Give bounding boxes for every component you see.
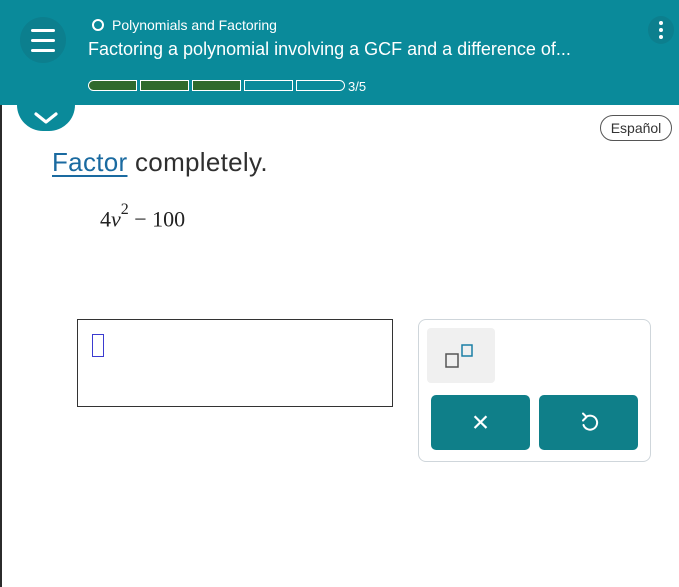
kebab-icon-dot <box>659 28 663 32</box>
hamburger-icon-line <box>31 48 55 52</box>
undo-button[interactable] <box>539 395 638 450</box>
progress-segment <box>192 80 241 91</box>
left-border <box>0 105 2 587</box>
math-keypad: × <box>418 319 651 462</box>
topic-name: Polynomials and Factoring <box>112 17 277 33</box>
progress-segment <box>88 80 137 91</box>
collapse-header-button[interactable] <box>17 105 75 131</box>
input-cursor-placeholder <box>92 334 104 357</box>
circle-icon <box>92 19 104 31</box>
chevron-down-icon <box>34 112 58 124</box>
more-options-button[interactable] <box>648 16 674 44</box>
progress-segment <box>244 80 293 91</box>
expression-exponent: 2 <box>120 201 129 218</box>
progress-segment <box>296 80 345 91</box>
header-bar: Polynomials and Factoring Factoring a po… <box>0 0 679 105</box>
progress-label: 3/5 <box>348 79 367 94</box>
factor-definition-link[interactable]: Factor <box>52 147 127 177</box>
kebab-icon-dot <box>659 35 663 39</box>
problem-expression: 4v2 − 100 <box>100 201 186 232</box>
topic-row: Polynomials and Factoring <box>92 17 277 33</box>
answer-input[interactable] <box>77 319 393 407</box>
exponent-icon <box>445 343 473 368</box>
kebab-icon-dot <box>659 21 663 25</box>
menu-button[interactable] <box>20 17 66 63</box>
expression-rest: − 100 <box>128 206 186 232</box>
clear-button[interactable]: × <box>431 395 530 450</box>
undo-icon <box>581 412 598 431</box>
progress-bar <box>88 80 345 91</box>
expression-coefficient: 4 <box>100 206 111 232</box>
progress-segment <box>140 80 189 91</box>
lesson-title: Factoring a polynomial involving a GCF a… <box>88 39 571 59</box>
exponent-button[interactable] <box>427 328 495 383</box>
language-button[interactable]: Español <box>600 115 672 141</box>
problem-prompt: Factor completely. <box>52 147 268 178</box>
hamburger-icon-line <box>31 28 55 32</box>
expression-variable: v <box>111 206 121 232</box>
times-icon: × <box>471 405 490 439</box>
prompt-text: completely. <box>127 147 268 177</box>
hamburger-icon-line <box>31 38 55 42</box>
